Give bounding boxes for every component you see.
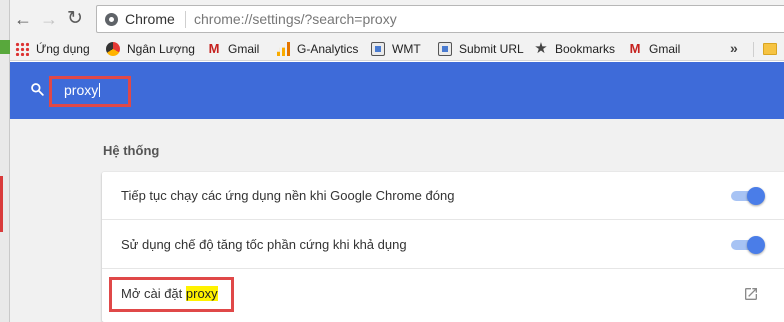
bookmarks-overflow-button[interactable]: » [730,40,738,56]
bookmark-g-analytics[interactable]: G-Analytics [276,40,358,58]
toggle-knob [747,236,765,254]
setting-row-hardware-acceleration[interactable]: Sử dụng chế độ tăng tốc phần cứng khi kh… [102,221,784,269]
bookmark-label: Ngân Lượng [127,42,195,56]
bookmarks-divider [753,42,754,57]
bookmark-label: Bookmarks [555,42,616,56]
toggle-knob [747,187,765,205]
bookmark-label: G-Analytics [297,42,359,56]
background-apps-toggle[interactable] [731,187,765,205]
bookmark-label: Ứng dụng [36,42,90,56]
hardware-acceleration-toggle[interactable] [731,236,765,254]
bookmark-bookmarks[interactable]: ★ Bookmarks [534,40,615,58]
setting-label: Sử dụng chế độ tăng tốc phần cứng khi kh… [121,237,407,252]
background-window-edge [0,0,10,322]
reload-icon[interactable]: ↻ [64,8,86,30]
apps-grid-icon [15,42,29,56]
bookmark-label: WMT [392,42,421,56]
setting-label: Tiếp tục chạy các ứng dụng nền khi Googl… [121,188,455,203]
star-icon: ★ [534,40,548,57]
bookmark-label: Submit URL [459,42,524,56]
bookmark-apps[interactable]: Ứng dụng [15,40,90,58]
chrome-window: ← → ↻ Chrome chrome://settings/?search=p… [10,0,784,322]
address-bar-divider [185,11,186,28]
annotation-highlight-box [49,76,131,107]
back-arrow-icon[interactable]: ← [12,8,34,30]
bookmarks-bar: Ứng dụng Ngân Lượng M Gmail G-Analytics … [10,37,784,61]
section-title: Hệ thống [103,143,160,158]
forward-arrow-icon[interactable]: → [38,8,60,30]
browser-toolbar: ← → ↻ Chrome chrome://settings/?search=p… [10,0,784,37]
bookmark-gmail[interactable]: M Gmail [207,40,260,58]
address-bar-site-label: Chrome [125,11,175,27]
gmail-icon: M [629,41,641,56]
bookmark-label: Gmail [649,42,681,56]
external-link-icon[interactable] [743,286,759,302]
page-favicon-icon [438,42,452,56]
google-analytics-icon [276,42,290,56]
address-bar-url[interactable]: chrome://settings/?search=proxy [194,11,397,27]
bookmark-gmail-2[interactable]: M Gmail [628,40,681,58]
bookmark-submit-url[interactable]: Submit URL [438,40,524,58]
chrome-page-icon[interactable] [105,13,118,26]
search-icon[interactable] [30,82,44,96]
background-window-fragment [0,176,6,232]
address-bar[interactable]: Chrome chrome://settings/?search=proxy [96,5,784,33]
background-window-fragment [0,40,10,54]
annotation-highlight-box [109,277,234,312]
bookmark-wmt[interactable]: WMT [371,40,421,58]
bookmark-ngan-luong[interactable]: Ngân Lượng [106,40,195,58]
page-favicon-icon [371,42,385,56]
nganluong-logo-icon [106,42,120,56]
bookmark-label: Gmail [228,42,260,56]
folder-icon[interactable] [763,43,777,55]
setting-row-background-apps[interactable]: Tiếp tục chạy các ứng dụng nền khi Googl… [102,172,784,220]
gmail-icon: M [208,41,220,56]
